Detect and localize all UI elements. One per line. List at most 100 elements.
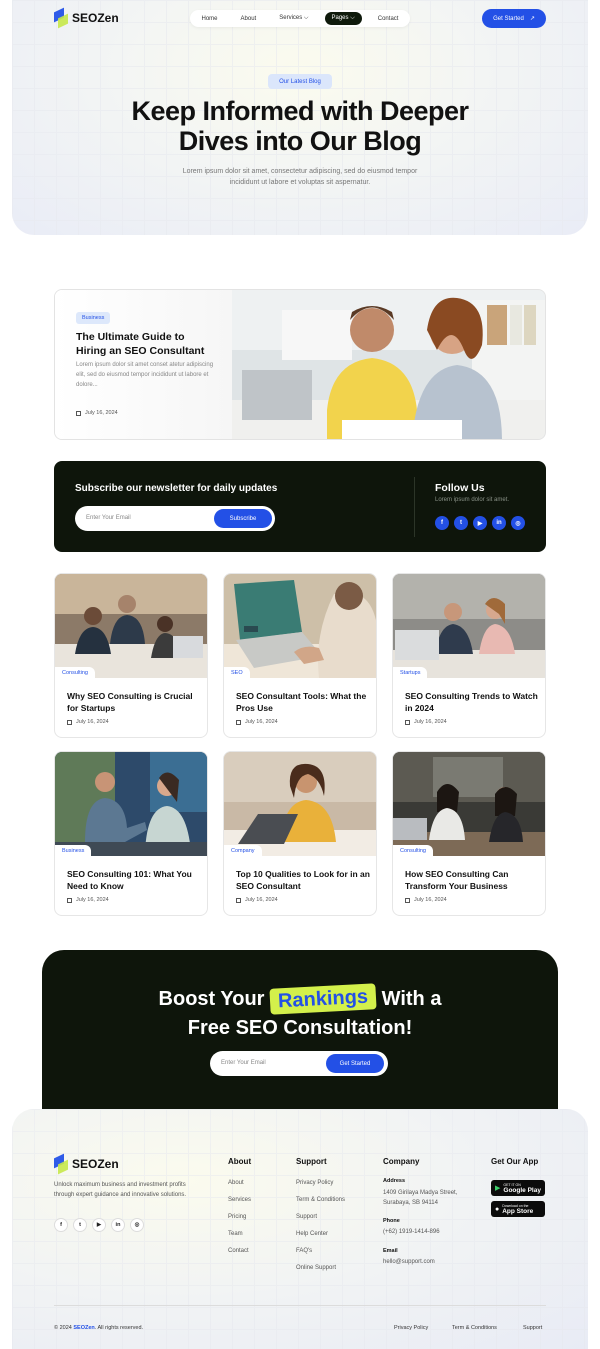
blog-card[interactable]: SEO SEO Consultant Tools: What the Pros … — [223, 573, 377, 738]
footer-divider — [54, 1305, 546, 1306]
blog-card-category[interactable]: Consulting — [393, 845, 433, 856]
cta-title-before: Boost Your — [158, 988, 265, 1010]
page-title: Keep Informed with Deeper Dives into Our… — [131, 96, 469, 156]
newsletter-heading: Subscribe our newsletter for daily updat… — [75, 483, 278, 494]
subscribe-button[interactable]: Subscribe — [214, 509, 272, 528]
facebook-icon[interactable]: f — [435, 516, 449, 530]
dribbble-icon[interactable]: ◎ — [511, 516, 525, 530]
footer-address: 1409 Girilaya Madya Street, Surabaya, SB… — [383, 1190, 458, 1206]
blog-card-image — [393, 574, 545, 678]
hero-subtitle: Lorem ipsum dolor sit amet, consectetur … — [182, 168, 418, 186]
footer-link-privacy[interactable]: Privacy Policy — [296, 1180, 333, 1186]
footer-link-services[interactable]: Services — [228, 1197, 251, 1203]
blog-card-category[interactable]: SEO — [224, 667, 250, 678]
google-play-button[interactable]: ▶ GET IT ON Google Play — [491, 1180, 545, 1196]
chevron-down-icon: ⌵ — [350, 15, 355, 21]
cta-email-input[interactable]: Enter Your Email — [221, 1060, 266, 1066]
nav-contact[interactable]: Contact — [371, 13, 406, 25]
youtube-icon[interactable]: ▶ — [92, 1218, 106, 1232]
calendar-icon — [236, 719, 241, 725]
nav-home[interactable]: Home — [195, 13, 225, 25]
header-get-started-button[interactable]: Get Started ↗ — [482, 9, 546, 28]
footer-support-heading: Support — [296, 1157, 327, 1166]
follow-us-heading: Follow Us — [435, 482, 485, 494]
blog-card-title[interactable]: How SEO Consulting Can Transform Your Bu… — [405, 868, 539, 892]
youtube-icon[interactable]: ▶ — [473, 516, 487, 530]
cta-form: Enter Your Email Get Started — [210, 1051, 388, 1076]
blog-card-date: July 16, 2024 — [405, 719, 447, 725]
blog-card[interactable]: Consulting Why SEO Consulting is Crucial… — [54, 573, 208, 738]
bottom-link-privacy[interactable]: Privacy Policy — [394, 1325, 428, 1331]
dribbble-icon[interactable]: ◎ — [130, 1218, 144, 1232]
blog-card-category[interactable]: Consulting — [55, 667, 95, 678]
footer-link-terms[interactable]: Term & Conditions — [296, 1197, 345, 1203]
featured-post[interactable]: Business The Ultimate Guide to Hiring an… — [54, 289, 546, 440]
footer-social-icons: f t ▶ in ◎ — [54, 1218, 144, 1232]
footer-email[interactable]: hello@support.com — [383, 1259, 435, 1265]
blog-card[interactable]: Company Top 10 Qualities to Look for in … — [223, 751, 377, 916]
footer-app-heading: Get Our App — [491, 1157, 539, 1166]
footer-link-online-support[interactable]: Online Support — [296, 1265, 336, 1271]
hero-badge: Our Latest Blog — [268, 74, 332, 89]
footer-link-contact[interactable]: Contact — [228, 1248, 249, 1254]
twitter-icon[interactable]: t — [73, 1218, 87, 1232]
blog-card[interactable]: Startups SEO Consulting Trends to Watch … — [392, 573, 546, 738]
featured-tag[interactable]: Business — [76, 312, 111, 324]
blog-card-image — [393, 752, 545, 856]
blog-card-date-text: July 16, 2024 — [414, 897, 447, 903]
nav-services-label: Services — [279, 15, 303, 21]
logo-mark-icon — [54, 1156, 68, 1172]
follow-social-icons: f t ▶ in ◎ — [435, 516, 525, 530]
google-play-text: GET IT ON Google Play — [503, 1183, 541, 1194]
bottom-link-support[interactable]: Support — [523, 1325, 542, 1331]
footer-description: Unlock maximum business and investment p… — [54, 1182, 187, 1198]
footer-link-faq[interactable]: FAQ's — [296, 1248, 312, 1254]
header-logo[interactable]: SEOZen — [54, 10, 119, 26]
blog-card-category[interactable]: Business — [55, 845, 92, 856]
footer-email-label: Email — [383, 1248, 398, 1254]
blog-card-title[interactable]: SEO Consultant Tools: What the Pros Use — [236, 690, 370, 714]
blog-card-date: July 16, 2024 — [405, 897, 447, 903]
facebook-icon[interactable]: f — [54, 1218, 68, 1232]
footer-logo[interactable]: SEOZen — [54, 1156, 119, 1172]
footer-logo-text: SEOZen — [72, 1157, 119, 1171]
blog-card-image — [55, 574, 207, 678]
bottom-link-terms[interactable]: Term & Conditions — [452, 1325, 497, 1331]
footer-link-about[interactable]: About — [228, 1180, 244, 1186]
footer-phone[interactable]: (+62) 1919-1414-896 — [383, 1229, 440, 1235]
blog-card-date: July 16, 2024 — [67, 897, 109, 903]
get-started-label: Get Started — [493, 15, 524, 22]
linkedin-icon[interactable]: in — [492, 516, 506, 530]
app-store-button[interactable]: ● Download on the App Store — [491, 1201, 545, 1217]
newsletter-email-input[interactable]: Enter Your Email — [86, 515, 131, 521]
blog-card[interactable]: Consulting How SEO Consulting Can Transf… — [392, 751, 546, 916]
footer-link-help[interactable]: Help Center — [296, 1231, 328, 1237]
blog-card-category[interactable]: Startups — [393, 667, 428, 678]
blog-card-date-text: July 16, 2024 — [76, 719, 109, 725]
woman-laptop-illustration — [224, 752, 376, 856]
blog-card-title[interactable]: SEO Consulting 101: What You Need to Kno… — [67, 868, 201, 892]
blog-card-title[interactable]: Top 10 Qualities to Look for in an SEO C… — [236, 868, 370, 892]
calendar-icon — [67, 897, 72, 903]
blog-card-category[interactable]: Company — [224, 845, 262, 856]
copyright-brand[interactable]: SEOZen — [73, 1325, 94, 1331]
nav-services[interactable]: Services ⌵ — [272, 12, 315, 25]
blog-card[interactable]: Business SEO Consulting 101: What You Ne… — [54, 751, 208, 916]
linkedin-icon[interactable]: in — [111, 1218, 125, 1232]
featured-title[interactable]: The Ultimate Guide to Hiring an SEO Cons… — [76, 330, 216, 358]
blog-card-title[interactable]: Why SEO Consulting is Crucial for Startu… — [67, 690, 201, 714]
newsletter-divider — [414, 477, 415, 537]
calendar-icon — [405, 897, 410, 903]
twitter-icon[interactable]: t — [454, 516, 468, 530]
main-nav: Home About Services ⌵ Pages ⌵ Contact — [190, 10, 410, 27]
footer-link-pricing[interactable]: Pricing — [228, 1214, 246, 1220]
app-store-text: Download on the App Store — [502, 1204, 533, 1215]
blog-card-title[interactable]: SEO Consulting Trends to Watch in 2024 — [405, 690, 539, 714]
cta-get-started-button[interactable]: Get Started — [326, 1054, 384, 1073]
footer-link-team[interactable]: Team — [228, 1231, 243, 1237]
blog-card-date: July 16, 2024 — [236, 719, 278, 725]
blog-card-date: July 16, 2024 — [236, 897, 278, 903]
nav-pages[interactable]: Pages ⌵ — [324, 12, 362, 25]
footer-link-support[interactable]: Support — [296, 1214, 317, 1220]
nav-about[interactable]: About — [234, 13, 264, 25]
